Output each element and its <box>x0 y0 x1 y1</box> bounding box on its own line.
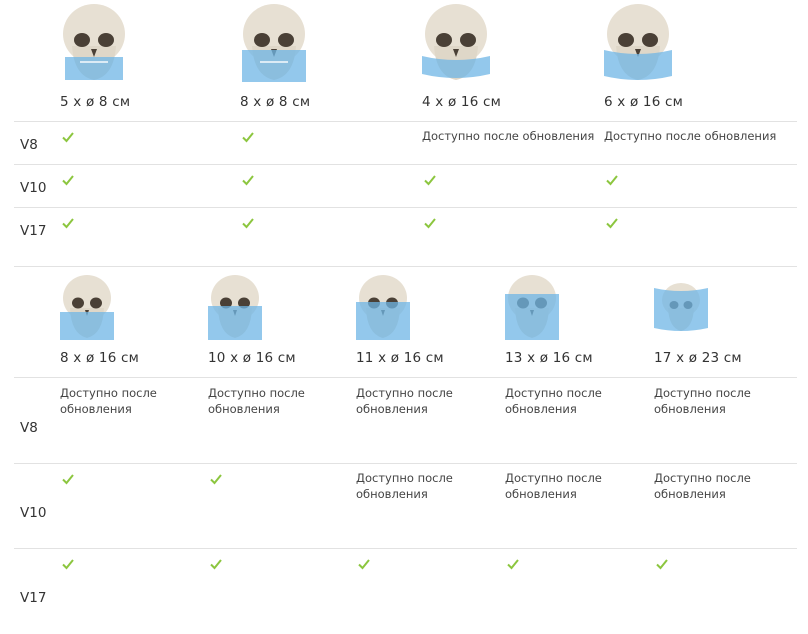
upgrade-note: Доступно после обновления <box>505 386 602 416</box>
check-icon <box>358 559 370 570</box>
check-icon <box>606 218 618 229</box>
version-label-v10: V10 <box>20 505 47 521</box>
section-divider <box>14 266 797 267</box>
row-divider <box>14 207 797 208</box>
skull-fov-image <box>654 283 708 331</box>
check-icon <box>424 218 436 229</box>
check-icon <box>242 175 254 186</box>
version-label-v17: V17 <box>20 590 47 606</box>
upgrade-note: Доступно после обновления <box>208 386 305 416</box>
skull-fov-image <box>604 4 672 80</box>
fov-label: 6 x ø 16 см <box>604 94 683 110</box>
check-icon <box>242 132 254 143</box>
fov-label: 13 x ø 16 см <box>505 350 593 366</box>
skull-fov-image <box>422 4 490 80</box>
fov-label: 4 x ø 16 см <box>422 94 501 110</box>
check-icon <box>242 218 254 229</box>
check-icon <box>210 559 222 570</box>
fov-label: 17 x ø 23 см <box>654 350 742 366</box>
upgrade-note: Доступно после обновления <box>654 471 751 501</box>
version-label-v17: V17 <box>20 223 47 239</box>
fov-label: 8 x ø 8 см <box>240 94 311 110</box>
check-icon <box>210 474 222 485</box>
fov-label: 8 x ø 16 см <box>60 350 139 366</box>
skull-fov-image <box>505 275 559 340</box>
version-label-v8: V8 <box>20 137 38 153</box>
upgrade-note: Доступно после обновления <box>604 129 777 143</box>
skull-fov-image <box>208 275 262 340</box>
skull-fov-image <box>60 275 114 340</box>
upgrade-note: Доступно после обновления <box>505 471 602 501</box>
fov-label: 5 x ø 8 см <box>60 94 131 110</box>
fov-label: 10 x ø 16 см <box>208 350 296 366</box>
upgrade-note: Доступно после обновления <box>356 386 453 416</box>
row-divider <box>14 121 797 122</box>
check-icon <box>62 559 74 570</box>
row-divider <box>14 377 797 378</box>
check-icon <box>62 132 74 143</box>
row-divider <box>14 548 797 549</box>
check-icon <box>424 175 436 186</box>
check-icon <box>656 559 668 570</box>
check-icon <box>62 218 74 229</box>
upgrade-note: Доступно после обновления <box>60 386 157 416</box>
skull-fov-image <box>63 4 125 80</box>
skull-fov-image <box>356 275 410 340</box>
skull-fov-image <box>242 4 306 82</box>
version-label-v8: V8 <box>20 420 38 436</box>
check-icon <box>606 175 618 186</box>
fov-label: 11 x ø 16 см <box>356 350 444 366</box>
check-icon <box>62 474 74 485</box>
row-divider <box>14 164 797 165</box>
check-icon <box>507 559 519 570</box>
upgrade-note: Доступно после обновления <box>356 471 453 501</box>
row-divider <box>14 463 797 464</box>
version-label-v10: V10 <box>20 180 47 196</box>
upgrade-note: Доступно после обновления <box>422 129 595 143</box>
upgrade-note: Доступно после обновления <box>654 386 751 416</box>
check-icon <box>62 175 74 186</box>
